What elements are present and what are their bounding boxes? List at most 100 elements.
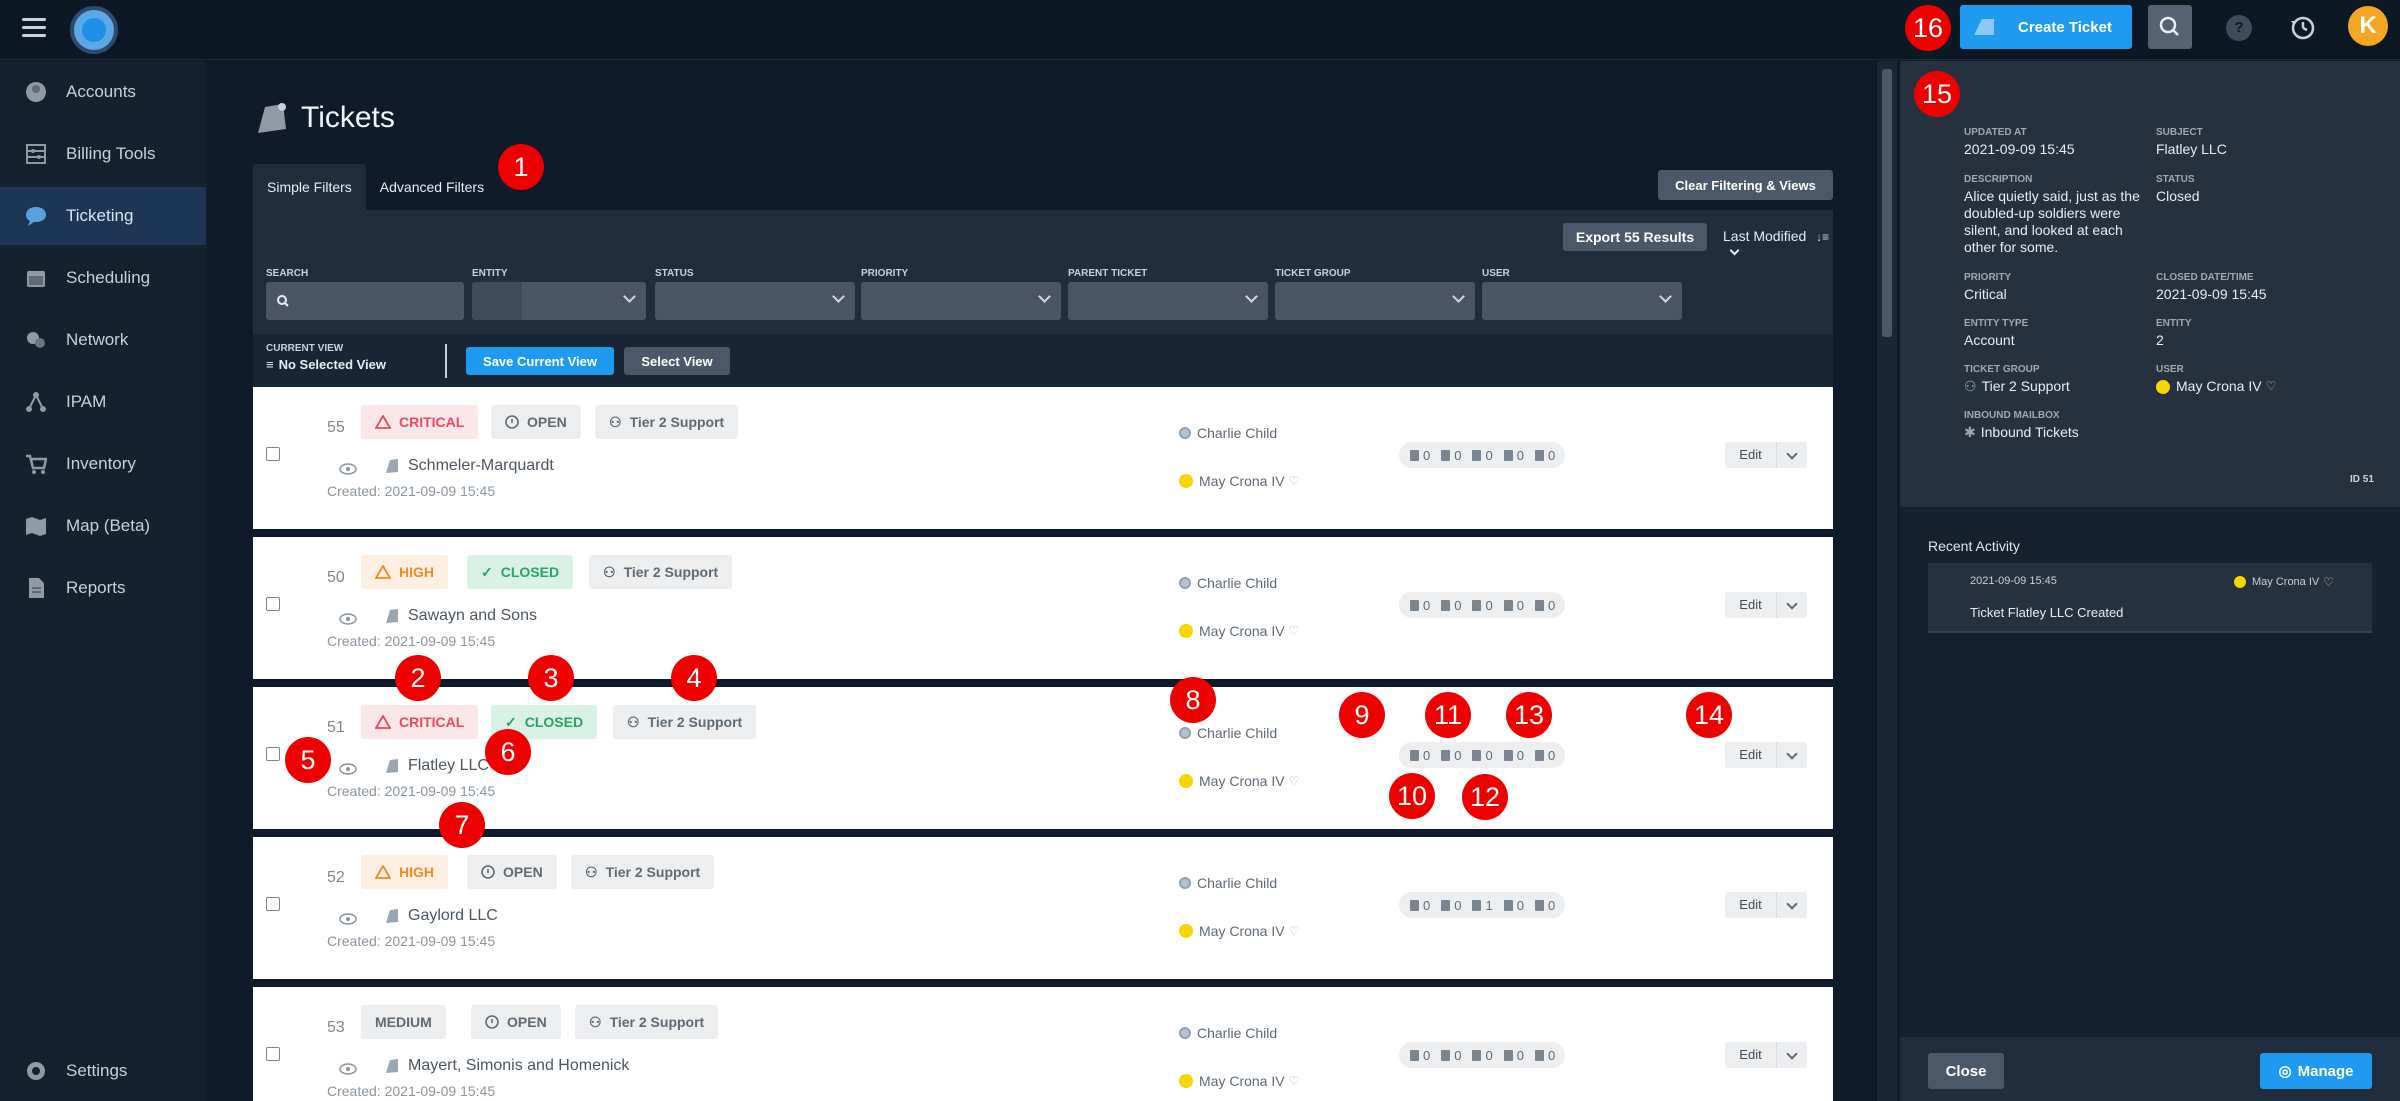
- count-cube[interactable]: 0: [1503, 898, 1524, 913]
- count-cube[interactable]: 0: [1503, 748, 1524, 763]
- count-route[interactable]: 0: [1534, 598, 1555, 613]
- edit-dropdown-chevron-icon[interactable]: [1777, 442, 1807, 468]
- assignee[interactable]: Charlie Child: [1179, 875, 1277, 891]
- count-route[interactable]: 0: [1534, 748, 1555, 763]
- count-printer[interactable]: 0: [1471, 748, 1493, 763]
- sidebar-item-settings[interactable]: Settings: [0, 1042, 206, 1100]
- count-server[interactable]: 0: [1409, 448, 1430, 463]
- manage-button[interactable]: ◎ Manage: [2260, 1053, 2372, 1089]
- ticket-row[interactable]: 55 CRITICAL OPEN ⚇ Tier 2 Support Schmele…: [253, 387, 1833, 529]
- sidebar-item-map[interactable]: Map (Beta): [0, 497, 206, 555]
- edit-button[interactable]: Edit: [1725, 742, 1777, 768]
- edit-dropdown-chevron-icon[interactable]: [1777, 592, 1807, 618]
- count-file[interactable]: 0: [1440, 598, 1461, 613]
- edit-button[interactable]: Edit: [1725, 892, 1777, 918]
- row-checkbox[interactable]: [266, 897, 280, 911]
- sidebar-item-network[interactable]: Network: [0, 311, 206, 369]
- eye-icon[interactable]: [339, 763, 357, 775]
- scrollbar-thumb[interactable]: [1882, 69, 1892, 337]
- ticket-row[interactable]: 50 HIGH ✓ CLOSED ⚇ Tier 2 Support Sawayn a…: [253, 537, 1833, 679]
- tab-advanced-filters[interactable]: Advanced Filters: [366, 164, 498, 210]
- count-cube[interactable]: 0: [1503, 448, 1524, 463]
- edit-dropdown-chevron-icon[interactable]: [1777, 892, 1807, 918]
- count-route[interactable]: 0: [1534, 898, 1555, 913]
- entity-select[interactable]: [472, 282, 646, 320]
- sidebar-item-scheduling[interactable]: Scheduling: [0, 249, 206, 307]
- priority-badge[interactable]: CRITICAL: [361, 705, 479, 739]
- account-link[interactable]: Mayert, Simonis and Homenick: [385, 1057, 629, 1075]
- account-link[interactable]: Gaylord LLC: [385, 907, 498, 925]
- ticket-group-badge[interactable]: ⚇ Tier 2 Support: [571, 855, 715, 889]
- app-logo[interactable]: [70, 6, 118, 54]
- priority-badge[interactable]: HIGH: [361, 855, 448, 889]
- scrollbar[interactable]: [1877, 61, 1897, 1101]
- count-file[interactable]: 0: [1440, 898, 1461, 913]
- count-printer[interactable]: 1: [1471, 898, 1493, 913]
- edit-button[interactable]: Edit: [1725, 1042, 1777, 1068]
- reporter[interactable]: May Crona IV ♡: [1179, 473, 1299, 489]
- edit-dropdown-chevron-icon[interactable]: [1777, 1042, 1807, 1068]
- tab-simple-filters[interactable]: Simple Filters: [253, 164, 366, 210]
- ticket-group-badge[interactable]: ⚇ Tier 2 Support: [595, 405, 739, 439]
- create-ticket-button[interactable]: Create Ticket: [1960, 5, 2132, 49]
- select-view-button[interactable]: Select View: [624, 347, 730, 375]
- sidebar-item-reports[interactable]: Reports: [0, 559, 206, 617]
- account-link[interactable]: Sawayn and Sons: [385, 607, 537, 625]
- status-select[interactable]: [655, 282, 855, 320]
- account-link[interactable]: Flatley LLC: [385, 757, 489, 775]
- user-select[interactable]: [1482, 282, 1682, 320]
- eye-icon[interactable]: [339, 613, 357, 625]
- search-input[interactable]: [266, 282, 464, 320]
- reporter[interactable]: May Crona IV ♡: [1179, 623, 1299, 639]
- hamburger-menu-icon[interactable]: [22, 18, 46, 40]
- count-server[interactable]: 0: [1409, 1048, 1430, 1063]
- status-badge[interactable]: OPEN: [467, 855, 557, 889]
- priority-badge[interactable]: CRITICAL: [361, 405, 479, 439]
- count-printer[interactable]: 0: [1471, 448, 1493, 463]
- assignee[interactable]: Charlie Child: [1179, 725, 1277, 741]
- count-server[interactable]: 0: [1409, 898, 1430, 913]
- history-icon[interactable]: [2288, 13, 2318, 43]
- ticket-group-badge[interactable]: ⚇ Tier 2 Support: [613, 705, 757, 739]
- count-cube[interactable]: 0: [1503, 1048, 1524, 1063]
- status-badge[interactable]: OPEN: [491, 405, 581, 439]
- count-printer[interactable]: 0: [1471, 1048, 1493, 1063]
- sidebar-item-inventory[interactable]: Inventory: [0, 435, 206, 493]
- eye-icon[interactable]: [339, 1063, 357, 1075]
- account-link[interactable]: Schmeler-Marquardt: [385, 457, 554, 475]
- count-cube[interactable]: 0: [1503, 598, 1524, 613]
- count-printer[interactable]: 0: [1471, 598, 1493, 613]
- ticket-row[interactable]: 52 HIGH OPEN ⚇ Tier 2 Support Gaylord LLC…: [253, 837, 1833, 979]
- assignee[interactable]: Charlie Child: [1179, 575, 1277, 591]
- count-server[interactable]: 0: [1409, 598, 1430, 613]
- eye-icon[interactable]: [339, 463, 357, 475]
- status-badge[interactable]: OPEN: [471, 1005, 561, 1039]
- edit-button[interactable]: Edit: [1725, 442, 1777, 468]
- user-avatar[interactable]: K: [2348, 6, 2388, 46]
- ticket-row[interactable]: 53 MEDIUM OPEN ⚇ Tier 2 Support Mayert, S…: [253, 987, 1833, 1101]
- save-current-view-button[interactable]: Save Current View: [466, 347, 614, 375]
- sidebar-item-ipam[interactable]: IPAM: [0, 373, 206, 431]
- row-checkbox[interactable]: [266, 597, 280, 611]
- priority-select[interactable]: [861, 282, 1061, 320]
- reporter[interactable]: May Crona IV ♡: [1179, 773, 1299, 789]
- count-file[interactable]: 0: [1440, 748, 1461, 763]
- ticket-group-select[interactable]: [1275, 282, 1475, 320]
- assignee[interactable]: Charlie Child: [1179, 1025, 1277, 1041]
- ticket-group-badge[interactable]: ⚇ Tier 2 Support: [589, 555, 733, 589]
- sidebar-item-billing-tools[interactable]: Billing Tools: [0, 125, 206, 183]
- eye-icon[interactable]: [339, 913, 357, 925]
- count-server[interactable]: 0: [1409, 748, 1430, 763]
- row-checkbox[interactable]: [266, 1047, 280, 1061]
- priority-badge[interactable]: HIGH: [361, 555, 448, 589]
- status-badge[interactable]: ✓ CLOSED: [467, 555, 574, 589]
- priority-badge[interactable]: MEDIUM: [361, 1005, 446, 1039]
- sidebar-item-accounts[interactable]: Accounts: [0, 63, 206, 121]
- count-route[interactable]: 0: [1534, 448, 1555, 463]
- sort-select[interactable]: Last Modified ↓≡: [1723, 228, 1833, 260]
- sidebar-item-ticketing[interactable]: Ticketing: [0, 187, 206, 245]
- search-button[interactable]: [2148, 5, 2192, 49]
- edit-dropdown-chevron-icon[interactable]: [1777, 742, 1807, 768]
- assignee[interactable]: Charlie Child: [1179, 425, 1277, 441]
- count-file[interactable]: 0: [1440, 448, 1461, 463]
